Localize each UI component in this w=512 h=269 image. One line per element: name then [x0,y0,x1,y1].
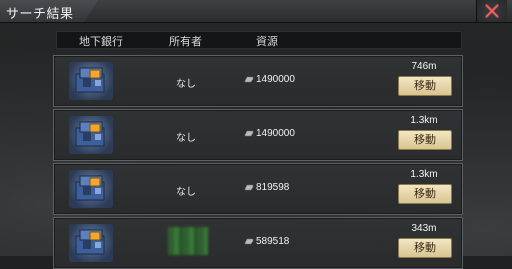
resource-amount: 819598 [256,182,290,193]
owner-obscured [168,227,208,255]
bank-vault-icon [69,62,113,100]
resource-amount: 1490000 [256,128,295,139]
column-owner: 所有者 [169,36,202,48]
silver-ingot-icon [244,184,254,191]
result-card[interactable]: なし 1490000 1.3km 移動 [53,109,463,161]
result-card[interactable]: 589518 343m 移動 [53,217,463,269]
column-header: 地下銀行 所有者 資源 [56,31,462,49]
resource-value: 1490000 [244,74,295,85]
owner-value: なし [176,187,196,198]
bank-vault-icon [69,116,113,154]
owner-value: なし [176,133,196,144]
distance-value: 1.3km [410,169,438,180]
title-bar: サーチ結果 [0,0,512,23]
column-bank: 地下銀行 [79,36,123,48]
window-title: サーチ結果 [6,6,74,21]
move-button[interactable]: 移動 [398,238,452,258]
result-card[interactable]: なし 1490000 746m 移動 [53,55,463,107]
column-resource: 資源 [256,36,278,48]
move-button[interactable]: 移動 [398,184,452,204]
resource-amount: 589518 [256,236,290,247]
close-button[interactable] [476,0,507,22]
distance-value: 746m [411,61,437,72]
resource-value: 819598 [244,182,289,193]
result-card[interactable]: なし 819598 1.3km 移動 [53,163,463,215]
bank-vault-icon [69,170,113,208]
resource-value: 589518 [244,236,289,247]
resource-amount: 1490000 [256,74,295,85]
bank-vault-icon [69,224,113,262]
resource-value: 1490000 [244,128,295,139]
move-button[interactable]: 移動 [398,76,452,96]
silver-ingot-icon [244,130,254,137]
move-button[interactable]: 移動 [398,130,452,150]
silver-ingot-icon [244,238,254,245]
silver-ingot-icon [244,76,254,83]
close-x-icon [485,4,499,18]
owner-value: なし [176,79,196,90]
distance-value: 343m [411,223,437,234]
distance-value: 1.3km [410,115,438,126]
